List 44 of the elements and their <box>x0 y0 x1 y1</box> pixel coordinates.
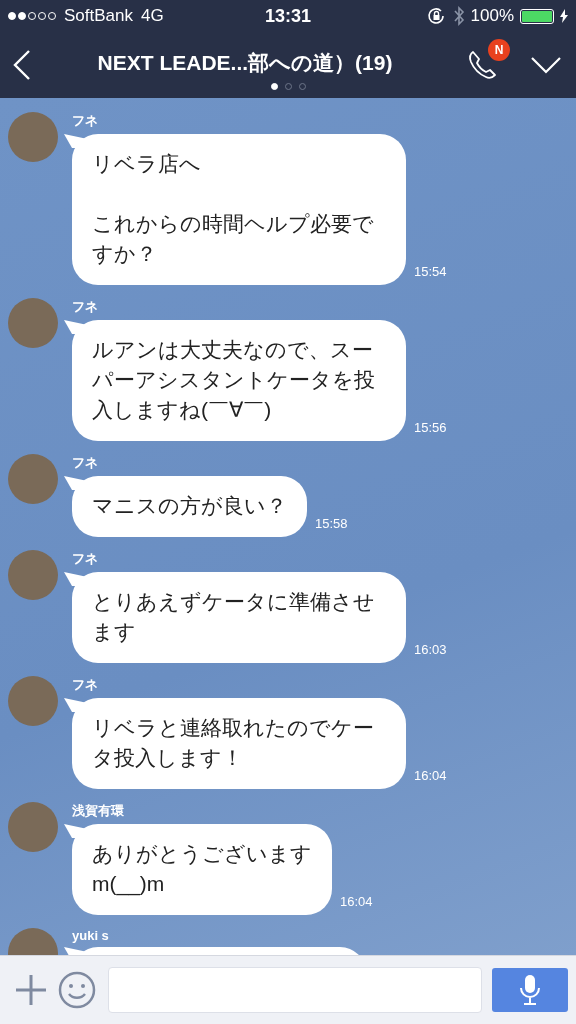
charging-icon <box>560 9 568 23</box>
sender-name: フネ <box>72 112 99 130</box>
voice-button[interactable] <box>492 968 568 1012</box>
notification-badge: N <box>488 39 510 61</box>
sender-name: 浅賀有環 <box>72 802 125 820</box>
message-text: ありがとうございます <box>92 841 312 867</box>
message-time: 16:04 <box>340 894 373 909</box>
emoji-icon[interactable] <box>58 971 96 1009</box>
microphone-icon <box>519 974 541 1006</box>
message-time: 16:03 <box>414 642 447 657</box>
sender-name: フネ <box>72 550 99 568</box>
sender-name: フネ <box>72 298 99 316</box>
message-text: とりあえずケータに準備させます <box>92 589 376 645</box>
avatar-placeholder[interactable] <box>8 550 58 600</box>
plus-icon[interactable] <box>14 973 48 1007</box>
message-input[interactable] <box>108 967 482 1013</box>
message-text: これからの時間ヘルプ必要ですか？ <box>92 211 375 267</box>
status-time: 13:31 <box>264 5 311 26</box>
message-time: 15:58 <box>315 516 348 531</box>
sender-name: フネ <box>72 676 99 694</box>
sender-name: フネ <box>72 454 99 472</box>
avatar-placeholder[interactable] <box>8 298 58 348</box>
message-text: m(__)m <box>92 871 166 898</box>
battery-percent: 100% <box>470 6 514 26</box>
message-time: 15:54 <box>414 264 447 279</box>
chevron-down-icon[interactable] <box>530 56 562 74</box>
avatar-placeholder[interactable] <box>8 112 58 162</box>
message-time: 16:04 <box>414 768 447 783</box>
carrier-label: SoftBank <box>64 6 133 26</box>
bluetooth-icon <box>452 6 465 26</box>
avatar-placeholder[interactable] <box>8 676 58 726</box>
message-time: 15:56 <box>414 420 447 435</box>
avatar-placeholder[interactable] <box>8 802 58 852</box>
message-text: リベラと連絡取れたのでケータ投入します！ <box>92 715 375 771</box>
back-icon[interactable] <box>12 49 32 81</box>
rotation-lock-icon <box>426 7 447 25</box>
battery-icon <box>520 8 554 24</box>
message-text: リベラ店へ <box>92 151 202 177</box>
network-label: 4G <box>141 6 164 26</box>
avatar-placeholder[interactable] <box>8 454 58 504</box>
chat-title[interactable]: NEXT LEADE...部への道）(19) <box>97 49 393 77</box>
message-text: ルアンは大丈夫なので、スーパーアシスタントケータを投入しますね(￣∀￣) <box>92 337 376 423</box>
message-text: マニスの方が良い？ <box>92 493 287 519</box>
sender-name: yuki s <box>72 928 110 943</box>
